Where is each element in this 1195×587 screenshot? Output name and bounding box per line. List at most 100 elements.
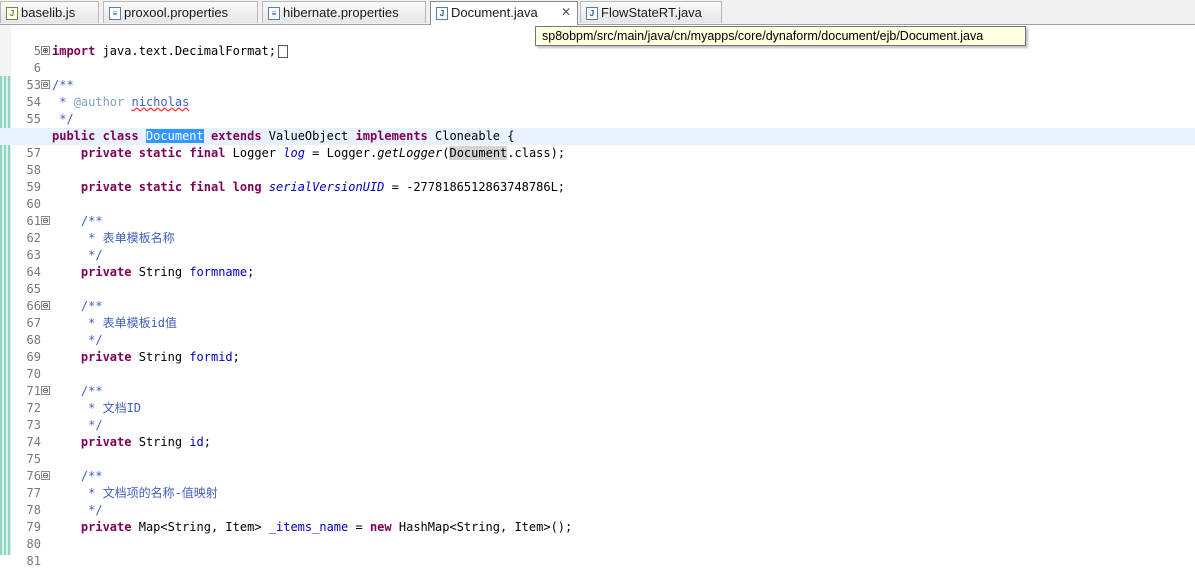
selected-class-name[interactable]: Document <box>145 129 204 143</box>
code-line: 56 */ <box>0 111 1195 143</box>
keyword: final <box>189 180 226 194</box>
properties-file-icon: ≡ <box>109 7 121 20</box>
code-line: 61 <box>0 196 1195 228</box>
javadoc-comment: /** <box>80 299 103 313</box>
tab-document-java[interactable]: J Document.java ✕ <box>430 1 578 25</box>
java-file-icon: J <box>436 7 448 20</box>
collapse-fold-icon[interactable]: ⊖ <box>41 301 50 310</box>
tab-label: Document.java <box>451 5 538 20</box>
code-text: HashMap<String, Item>(); <box>391 520 573 534</box>
javadoc-comment: /** <box>80 214 103 228</box>
keyword: final <box>189 146 226 160</box>
code-line: 69 */ <box>0 332 1195 364</box>
code-line: 74 */ <box>0 417 1195 449</box>
code-line: 59 <box>0 162 1195 194</box>
code-line: 81 <box>0 536 1195 568</box>
code-line: 77 ⊖ /** <box>0 468 1195 500</box>
code-line: 67 ⊖ /** <box>0 298 1195 330</box>
static-field-name: serialVersionUID <box>268 180 385 194</box>
javadoc-comment: /** <box>52 78 74 92</box>
code-line: 68 * 表单模板id值 <box>0 315 1195 347</box>
type-name: Logger <box>232 146 277 160</box>
code-line: 63 * 表单模板名称 <box>0 230 1195 262</box>
code-line: 78 * 文档项的名称-值映射 <box>0 485 1195 517</box>
javadoc-comment: /** <box>80 469 103 483</box>
tab-proxool-properties[interactable]: ≡ proxool.properties <box>103 1 258 23</box>
tab-label: proxool.properties <box>124 5 229 20</box>
keyword: public <box>52 129 96 143</box>
tab-hibernate-properties[interactable]: ≡ hibernate.properties <box>262 1 426 23</box>
javadoc-tag: @author <box>73 95 125 109</box>
line-number: 81 <box>26 554 41 568</box>
folded-imports-marker[interactable] <box>277 45 288 58</box>
tab-label: baselib.js <box>21 5 76 20</box>
code-line: 76 <box>0 451 1195 483</box>
field-name: formname <box>189 265 248 279</box>
javadoc-comment: * 文档ID <box>80 401 142 415</box>
current-code-line: 57 public class Document extends ValueOb… <box>0 128 1195 160</box>
code-text: = -2778186512863748786L; <box>391 180 566 194</box>
code-text: = <box>348 520 370 534</box>
keyword: static <box>138 146 183 160</box>
type-name: String <box>138 435 183 449</box>
code-text: .class); <box>507 146 566 160</box>
code-text: ; <box>203 435 211 449</box>
javadoc-comment: */ <box>80 333 103 347</box>
code-line: 60 private static final long serialVersi… <box>0 179 1195 211</box>
javadoc-comment <box>124 95 131 109</box>
field-name: id <box>189 435 204 449</box>
tab-baselib-js[interactable]: J baselib.js <box>0 1 99 23</box>
type-name: String <box>138 265 183 279</box>
keyword: private <box>80 435 132 449</box>
keyword: new <box>369 520 392 534</box>
properties-file-icon: ≡ <box>268 7 280 20</box>
type-name: Cloneable { <box>435 129 515 143</box>
tab-flowstatert-java[interactable]: J FlowStateRT.java <box>580 1 722 23</box>
code-line: 64 */ <box>0 247 1195 279</box>
occurrence-highlight: Document <box>449 146 508 160</box>
collapse-fold-icon[interactable]: ⊖ <box>41 471 50 480</box>
javadoc-comment: * 文档项的名称-值映射 <box>80 486 218 500</box>
keyword: implements <box>355 129 428 143</box>
javadoc-comment: */ <box>52 112 74 126</box>
file-path-tooltip: sp8obpm/src/main/java/cn/myapps/core/dyn… <box>535 26 1026 46</box>
code-line: 53 <box>0 60 1195 92</box>
keyword: long <box>232 180 262 194</box>
type-name: ValueObject <box>268 129 349 143</box>
javadoc-comment: */ <box>80 248 103 262</box>
editor-tab-bar: J baselib.js ≡ proxool.properties ≡ hibe… <box>0 0 1195 25</box>
javadoc-comment: /** <box>80 384 103 398</box>
spelling-error-word: nicholas <box>131 95 190 109</box>
code-text: ; <box>247 265 255 279</box>
keyword: class <box>102 129 139 143</box>
code-line: 72 ⊖ /** <box>0 383 1195 415</box>
keyword: private <box>80 265 132 279</box>
code-line: 55 * @author nicholas <box>0 94 1195 126</box>
field-name: formid <box>189 350 233 364</box>
java-file-icon: J <box>586 7 598 20</box>
collapse-fold-icon[interactable]: ⊖ <box>41 386 50 395</box>
expand-fold-icon[interactable]: ⊕ <box>41 46 50 55</box>
tab-label: FlowStateRT.java <box>601 5 702 20</box>
type-name: Logger. <box>326 146 378 160</box>
field-name: _items_name <box>268 520 349 534</box>
js-file-icon: J <box>6 7 18 20</box>
javadoc-comment: * <box>52 95 74 109</box>
keyword: private <box>80 146 132 160</box>
keyword: private <box>80 520 132 534</box>
code-line: 75 private String id; <box>0 434 1195 466</box>
code-line: 66 <box>0 281 1195 313</box>
keyword: import <box>52 44 96 58</box>
code-line: 80 private Map<String, Item> _items_name… <box>0 519 1195 551</box>
close-icon[interactable]: ✕ <box>561 2 571 23</box>
collapse-fold-icon[interactable]: ⊖ <box>41 216 50 225</box>
code-line: 70 private String formid; <box>0 349 1195 381</box>
type-name: String <box>138 350 183 364</box>
method-name: getLogger <box>377 146 443 160</box>
collapse-fold-icon[interactable]: ⊖ <box>41 80 50 89</box>
code-line: 73 * 文档ID <box>0 400 1195 432</box>
import-statement: java.text.DecimalFormat; <box>95 44 276 58</box>
tab-label: hibernate.properties <box>283 5 399 20</box>
static-field-name: log <box>283 146 305 160</box>
keyword: extends <box>210 129 262 143</box>
